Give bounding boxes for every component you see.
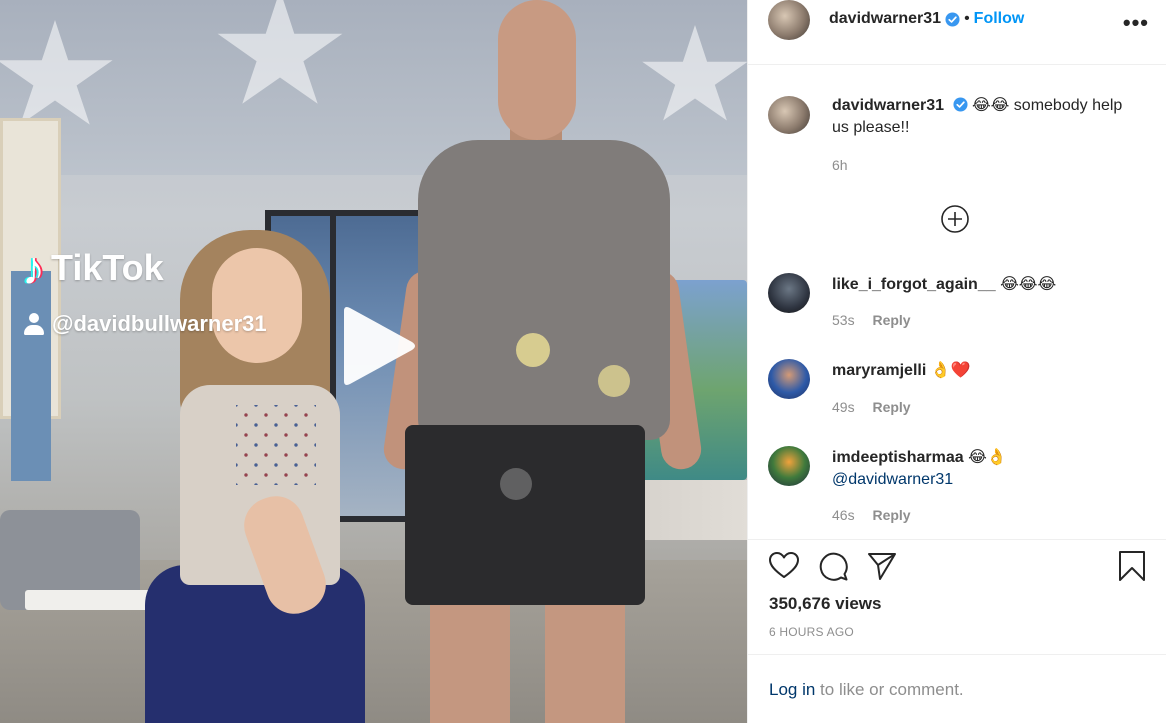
user-icon xyxy=(22,312,46,336)
post-timestamp[interactable]: 6 HOURS AGO xyxy=(769,625,854,639)
comment-mention[interactable]: @davidwarner31 xyxy=(832,471,953,488)
caption-avatar[interactable] xyxy=(768,96,810,134)
bokeh-dot xyxy=(500,468,532,500)
tiktok-handle: @davidbullwarner31 xyxy=(22,311,267,337)
tiktok-watermark: ♪ TikTok xyxy=(22,245,164,291)
tiktok-brand-text: TikTok xyxy=(51,247,164,288)
comment-username[interactable]: like_i_forgot_again__ xyxy=(832,276,996,293)
instagram-post-view: ♪ TikTok @davidbullwarner31 davidwarner3… xyxy=(0,0,1166,723)
comment-time: 46s xyxy=(832,507,855,523)
heart-icon[interactable] xyxy=(768,550,800,582)
shelf xyxy=(635,480,747,540)
actions-divider xyxy=(748,539,1166,540)
login-prompt: Log in to like or comment. xyxy=(748,654,1166,724)
comment-icon[interactable] xyxy=(817,550,849,582)
login-prompt-text: Log in to like or comment. xyxy=(769,680,964,700)
author-avatar[interactable] xyxy=(768,0,810,40)
reply-button[interactable]: Reply xyxy=(872,312,910,328)
comment-username[interactable]: maryramjelli xyxy=(832,362,926,379)
reply-button[interactable]: Reply xyxy=(872,399,910,415)
login-link[interactable]: Log in xyxy=(769,680,815,699)
comment-text: 😂👌 xyxy=(968,449,1007,466)
view-count[interactable]: 350,676 views xyxy=(769,594,881,614)
comment-item: maryramjelli 👌❤️ xyxy=(832,360,971,382)
follow-button[interactable]: Follow xyxy=(974,10,1025,28)
tiktok-handle-text: @davidbullwarner31 xyxy=(52,311,267,336)
caption-time: 6h xyxy=(832,157,848,173)
verified-badge-icon xyxy=(952,97,968,112)
play-icon xyxy=(344,307,415,385)
caption-username[interactable]: davidwarner31 xyxy=(832,97,944,114)
comment-avatar[interactable] xyxy=(768,273,810,313)
author-info: davidwarner31 • Follow xyxy=(829,10,1024,28)
comment-text: 👌❤️ xyxy=(930,362,971,379)
more-options-icon[interactable]: ••• xyxy=(1123,10,1149,36)
verified-badge-icon xyxy=(945,11,960,27)
share-icon[interactable] xyxy=(866,550,898,582)
play-button[interactable] xyxy=(338,305,418,387)
comment-item: like_i_forgot_again__ 😂😂😂 xyxy=(832,274,1056,296)
tiktok-logo-icon: ♪ xyxy=(22,242,45,294)
comment-text: 😂😂😂 xyxy=(1000,276,1057,293)
comment-time: 49s xyxy=(832,399,855,415)
post-header: davidwarner31 • Follow ••• xyxy=(748,0,1166,65)
comment-meta: 46s Reply xyxy=(832,507,911,523)
comment-username[interactable]: imdeeptisharmaa xyxy=(832,449,964,466)
comment-item: imdeeptisharmaa 😂👌 @davidwarner31 xyxy=(832,447,1132,491)
comment-avatar[interactable] xyxy=(768,359,810,399)
man-figure xyxy=(418,140,670,440)
load-more-icon[interactable] xyxy=(941,205,969,233)
caption: davidwarner31 😂😂 somebody help us please… xyxy=(832,95,1132,139)
bookmark-icon[interactable] xyxy=(1116,550,1148,582)
video-player[interactable]: ♪ TikTok @davidbullwarner31 xyxy=(0,0,747,723)
comment-avatar[interactable] xyxy=(768,446,810,486)
reply-button[interactable]: Reply xyxy=(872,507,910,523)
author-username[interactable]: davidwarner31 xyxy=(829,10,941,28)
header-separator: • xyxy=(964,10,970,27)
post-side-panel: davidwarner31 • Follow ••• davidwarner31… xyxy=(747,0,1166,723)
login-prompt-rest: to like or comment. xyxy=(815,680,964,699)
comment-meta: 53s Reply xyxy=(832,312,911,328)
comments-list[interactable]: davidwarner31 😂😂 somebody help us please… xyxy=(748,65,1166,540)
comment-time: 53s xyxy=(832,312,855,328)
comment-meta: 49s Reply xyxy=(832,399,911,415)
bokeh-dot xyxy=(516,333,550,367)
bokeh-dot xyxy=(598,365,630,397)
